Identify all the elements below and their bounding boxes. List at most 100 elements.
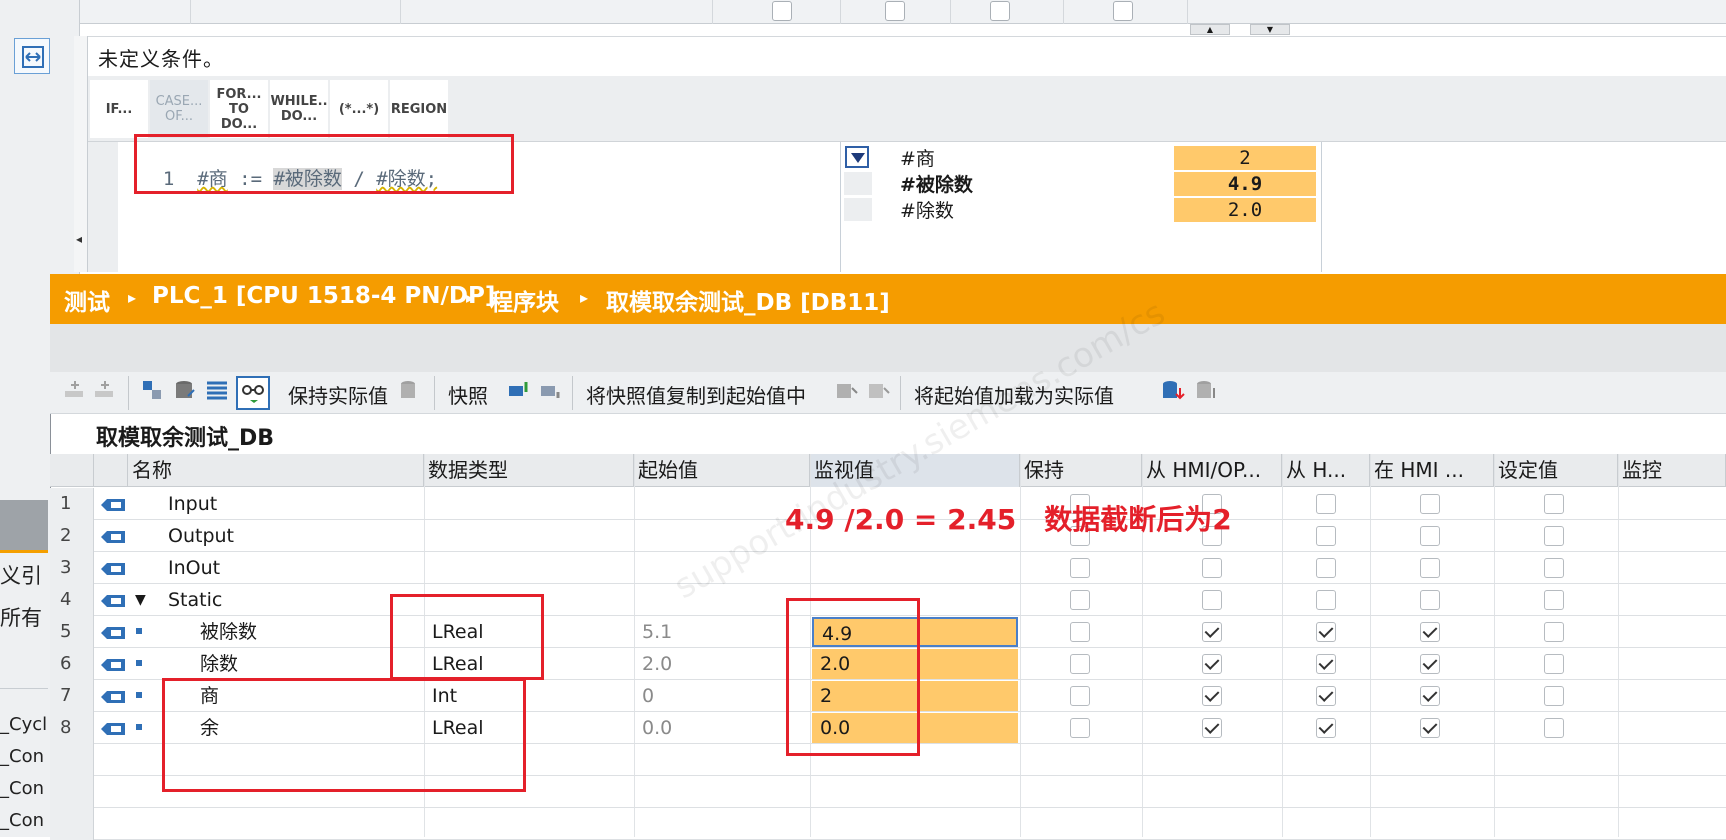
- copy-snapshot-to-start-button[interactable]: 将快照值复制到起始值中: [586, 380, 806, 409]
- table-row[interactable]: [50, 552, 1726, 584]
- condition-line: 未定义条件。: [88, 36, 1726, 76]
- retain-checkbox[interactable]: [1070, 558, 1090, 578]
- if-button[interactable]: IF...: [90, 80, 148, 138]
- checkbox[interactable]: [990, 1, 1010, 21]
- hmi3-checkbox[interactable]: [1420, 654, 1440, 674]
- header-rownum: [50, 454, 94, 487]
- cell-name[interactable]: Output: [168, 520, 234, 552]
- cell-start-value[interactable]: 2.0: [642, 648, 672, 680]
- hmi2-checkbox[interactable]: [1316, 494, 1336, 514]
- hmi2-checkbox[interactable]: [1316, 718, 1336, 738]
- setpoint-checkbox[interactable]: [1544, 494, 1564, 514]
- hmi3-checkbox[interactable]: [1420, 686, 1440, 706]
- list-view-icon[interactable]: [204, 378, 230, 404]
- column-divider: [712, 0, 713, 24]
- expand-all-icon[interactable]: [140, 378, 166, 404]
- retain-checkbox[interactable]: [1070, 718, 1090, 738]
- hmi3-checkbox[interactable]: [1420, 622, 1440, 642]
- cell-name[interactable]: Static: [168, 584, 222, 616]
- hmi2-checkbox[interactable]: [1316, 654, 1336, 674]
- hmi3-checkbox[interactable]: [1420, 718, 1440, 738]
- load-start-icon[interactable]: [1160, 378, 1186, 404]
- hmi2-checkbox[interactable]: [1316, 590, 1336, 610]
- setpoint-checkbox[interactable]: [1544, 558, 1564, 578]
- retain-checkbox[interactable]: [1070, 622, 1090, 642]
- scroll-down-button[interactable]: ▼: [1250, 24, 1290, 35]
- setpoint-checkbox[interactable]: [1544, 590, 1564, 610]
- monitor-all-button[interactable]: [236, 376, 270, 410]
- snapshot-to-start-icon[interactable]: [506, 378, 532, 404]
- hmi3-checkbox[interactable]: [1420, 558, 1440, 578]
- comment-button[interactable]: (*...*): [330, 80, 388, 138]
- hmi3-checkbox[interactable]: [1420, 590, 1440, 610]
- collapse-watch-button[interactable]: [845, 146, 869, 168]
- breadcrumb-item[interactable]: PLC_1 [CPU 1518-4 PN/DP]: [152, 283, 495, 309]
- header-name[interactable]: 名称: [128, 454, 424, 487]
- while-do-button[interactable]: WHILE.. DO...: [270, 80, 328, 138]
- cell-name[interactable]: Input: [168, 488, 217, 520]
- scroll-up-button[interactable]: ▲: [1190, 24, 1230, 35]
- header-start-value[interactable]: 起始值: [634, 454, 810, 487]
- hmi1-checkbox[interactable]: [1202, 590, 1222, 610]
- keep-actual-values-button[interactable]: 保持实际值: [288, 380, 388, 409]
- sidebar-item[interactable]: _Con: [0, 778, 47, 799]
- table-row[interactable]: [50, 808, 1726, 840]
- copy-selected-icon[interactable]: [866, 378, 892, 404]
- insert-row-icon[interactable]: [62, 378, 88, 404]
- sync-view-button[interactable]: [14, 38, 50, 74]
- hmi3-checkbox[interactable]: [1420, 526, 1440, 546]
- setpoint-checkbox[interactable]: [1544, 622, 1564, 642]
- add-row-icon[interactable]: [92, 378, 118, 404]
- copy-snapshot-icon[interactable]: [834, 378, 860, 404]
- setpoint-checkbox[interactable]: [1544, 686, 1564, 706]
- checkbox[interactable]: [772, 1, 792, 21]
- retain-checkbox[interactable]: [1070, 686, 1090, 706]
- snapshot-load-icon[interactable]: [538, 378, 564, 404]
- case-of-button[interactable]: CASE... OF...: [150, 80, 208, 138]
- hmi2-checkbox[interactable]: [1316, 686, 1336, 706]
- header-setpoint[interactable]: 设定值: [1494, 454, 1618, 487]
- breadcrumb-item[interactable]: 测试: [64, 283, 110, 317]
- load-selected-icon[interactable]: [1194, 378, 1220, 404]
- snapshot-db-icon[interactable]: [398, 378, 424, 404]
- cell-start-value[interactable]: 5.1: [642, 616, 672, 648]
- region-button[interactable]: REGION: [390, 80, 448, 138]
- hmi3-checkbox[interactable]: [1420, 494, 1440, 514]
- cell-name[interactable]: InOut: [168, 552, 220, 584]
- setpoint-checkbox[interactable]: [1544, 718, 1564, 738]
- cell-name[interactable]: 被除数: [200, 616, 257, 648]
- hmi1-checkbox[interactable]: [1202, 686, 1222, 706]
- expand-toggle-icon[interactable]: ▼: [135, 584, 146, 616]
- header-supervision[interactable]: 监控: [1618, 454, 1726, 487]
- sidebar-item[interactable]: _Con: [0, 810, 47, 831]
- header-hmi-writable[interactable]: 从 H...: [1282, 454, 1370, 487]
- setpoint-checkbox[interactable]: [1544, 526, 1564, 546]
- header-hmi-accessible[interactable]: 从 HMI/OP...: [1142, 454, 1282, 487]
- setpoint-checkbox[interactable]: [1544, 654, 1564, 674]
- header-hmi-visible[interactable]: 在 HMI ...: [1370, 454, 1494, 487]
- sidebar-item[interactable]: _Cycl: [0, 714, 47, 735]
- cell-start-value[interactable]: 0: [642, 680, 654, 712]
- checkbox[interactable]: [1113, 1, 1133, 21]
- collapse-left-icon[interactable]: ◂: [76, 232, 82, 246]
- retain-checkbox[interactable]: [1070, 654, 1090, 674]
- snapshot-button[interactable]: 快照: [448, 380, 488, 409]
- checkbox[interactable]: [885, 1, 905, 21]
- hmi2-checkbox[interactable]: [1316, 622, 1336, 642]
- hmi2-checkbox[interactable]: [1316, 558, 1336, 578]
- cell-start-value[interactable]: 0.0: [642, 712, 672, 744]
- for-to-do-button[interactable]: FOR... TO DO...: [210, 80, 268, 138]
- hmi2-checkbox[interactable]: [1316, 526, 1336, 546]
- database-icon[interactable]: [172, 378, 198, 404]
- breadcrumb-item[interactable]: 程序块: [490, 283, 559, 317]
- header-retain[interactable]: 保持: [1020, 454, 1142, 487]
- hmi1-checkbox[interactable]: [1202, 622, 1222, 642]
- hmi1-checkbox[interactable]: [1202, 654, 1222, 674]
- header-datatype[interactable]: 数据类型: [424, 454, 634, 487]
- hmi1-checkbox[interactable]: [1202, 718, 1222, 738]
- sidebar-item[interactable]: _Con: [0, 746, 47, 767]
- cell-name[interactable]: 除数: [200, 648, 238, 680]
- breadcrumb-item[interactable]: 取模取余测试_DB [DB11]: [606, 283, 890, 317]
- retain-checkbox[interactable]: [1070, 590, 1090, 610]
- hmi1-checkbox[interactable]: [1202, 558, 1222, 578]
